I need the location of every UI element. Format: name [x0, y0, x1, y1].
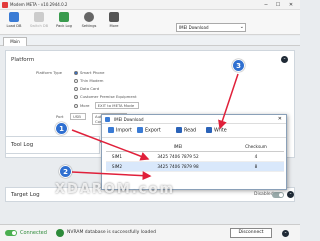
connection-status: Connected	[20, 230, 47, 236]
step-3-badge: 3	[232, 59, 245, 72]
step-1-badge: 1	[55, 122, 68, 135]
disconnect-button[interactable]: Disconnect	[230, 228, 272, 238]
annotation-arrows	[71, 73, 239, 181]
arrow-to-sim1	[71, 129, 150, 161]
status-message: NVRAM database is successfully loaded	[67, 230, 156, 235]
status-bar: Connected NVRAM database is successfully…	[0, 224, 300, 241]
step-2-badge: 2	[59, 165, 72, 178]
arrow-to-sim2	[71, 171, 152, 181]
arrow-to-write	[218, 73, 239, 130]
watermark: XDAROM.com	[55, 182, 175, 197]
success-icon	[56, 229, 64, 237]
status-expand-button[interactable]: ⌃	[282, 230, 289, 237]
connection-toggle[interactable]	[5, 230, 17, 236]
